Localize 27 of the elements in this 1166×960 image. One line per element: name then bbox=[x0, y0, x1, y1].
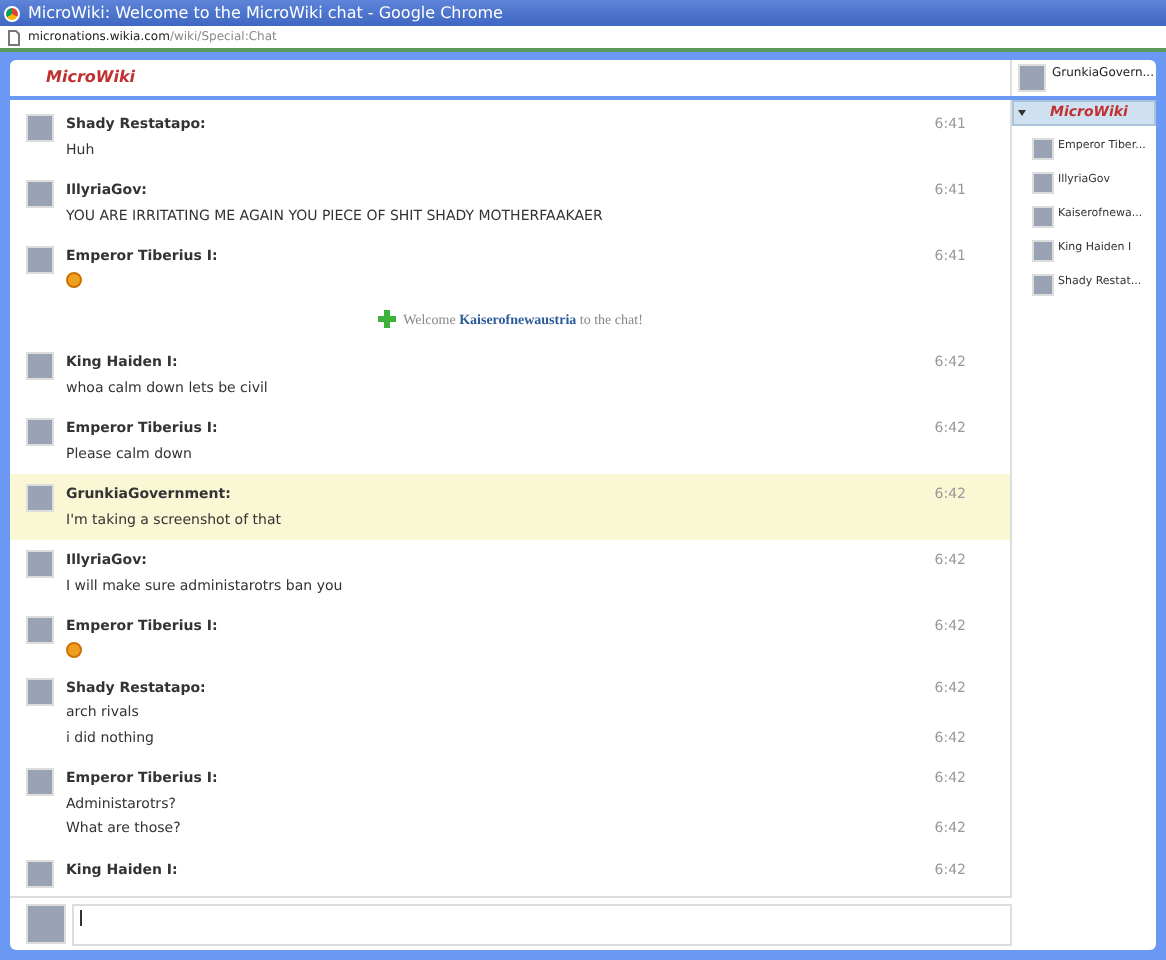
avatar-icon bbox=[1032, 240, 1054, 262]
avatar-icon bbox=[26, 859, 54, 887]
avatar-icon bbox=[26, 677, 54, 705]
avatar-icon bbox=[26, 768, 54, 796]
avatar-icon bbox=[26, 114, 54, 142]
avatar-icon bbox=[26, 550, 54, 578]
browser-icon bbox=[4, 5, 20, 21]
avatar-icon bbox=[1032, 138, 1054, 160]
avatar-icon bbox=[1032, 206, 1054, 228]
message-input[interactable] bbox=[72, 903, 1012, 945]
avatar-icon bbox=[1018, 64, 1046, 92]
page-icon bbox=[8, 29, 20, 45]
avatar-icon bbox=[26, 616, 54, 644]
avatar-icon bbox=[26, 180, 54, 208]
avatar-icon bbox=[1032, 274, 1054, 296]
avatar-icon bbox=[1032, 172, 1054, 194]
plus-icon bbox=[377, 310, 396, 329]
smiley-icon bbox=[66, 271, 82, 287]
avatar-icon bbox=[26, 418, 54, 446]
window-title: MicroWiki: Welcome to the MicroWiki chat - Google Chrome bbox=[28, 1, 503, 25]
caret-icon bbox=[1018, 110, 1026, 116]
smiley-icon bbox=[66, 641, 82, 657]
avatar-icon bbox=[26, 352, 54, 380]
avatar-icon bbox=[26, 246, 54, 274]
avatar-icon bbox=[26, 904, 66, 944]
avatar-icon bbox=[26, 484, 54, 512]
site-logo[interactable]: MicroWiki bbox=[46, 66, 136, 90]
